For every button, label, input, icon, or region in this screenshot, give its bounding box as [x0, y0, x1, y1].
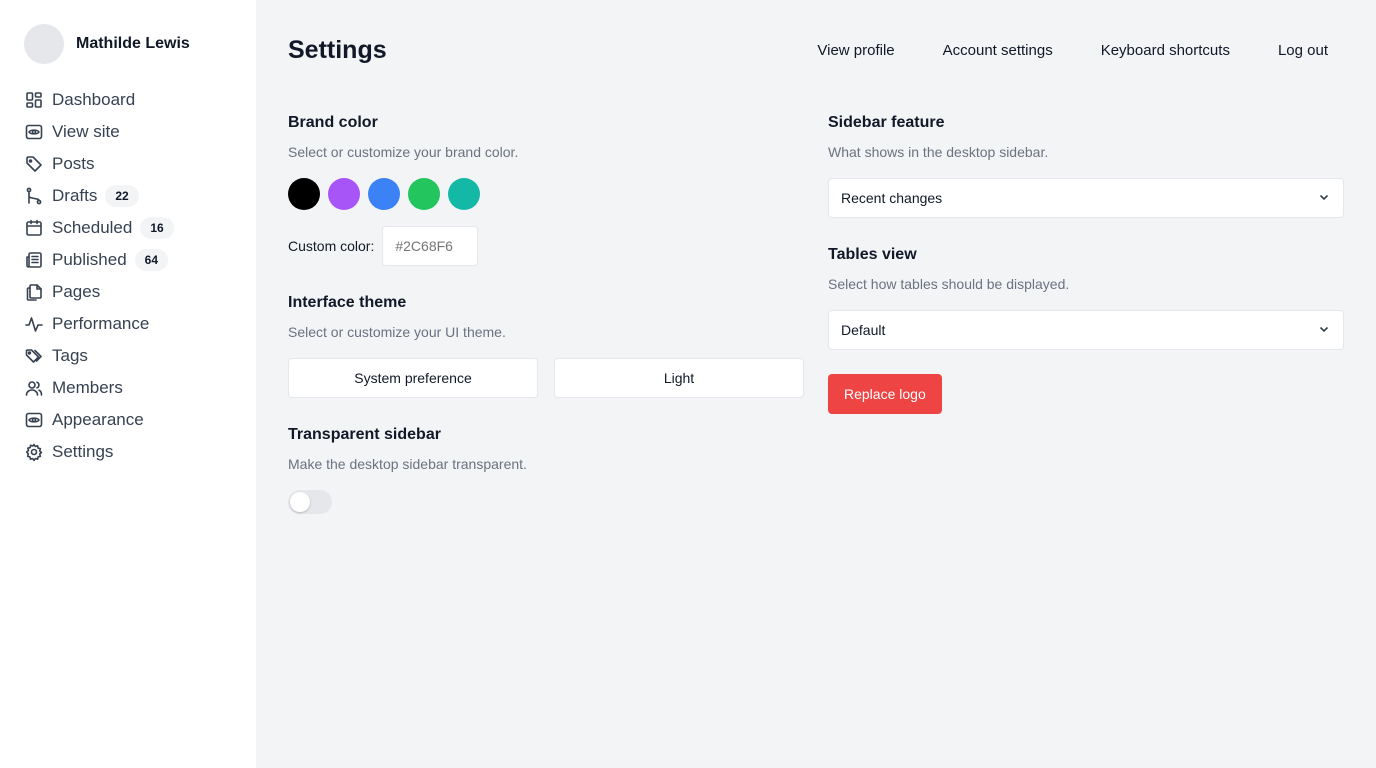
- account-settings-link[interactable]: Account settings: [943, 42, 1053, 59]
- sidebar-item-label: Posts: [52, 154, 95, 173]
- color-swatch-green[interactable]: [408, 178, 440, 210]
- user-name: Mathilde Lewis: [76, 35, 190, 52]
- transparent-sidebar-title: Transparent sidebar: [288, 426, 441, 443]
- published-count-badge: 64: [134, 249, 169, 271]
- color-swatch-black[interactable]: [288, 178, 320, 210]
- sidebar-feature-select[interactable]: Recent changes: [828, 178, 1344, 218]
- sidebar-item-tags[interactable]: Tags: [24, 340, 244, 372]
- settings-right-column: Sidebar feature What shows in the deskto…: [828, 114, 1344, 414]
- sidebar-item-label: Dashboard: [52, 90, 136, 109]
- main-content: Settings View profile Account settings K…: [256, 0, 1376, 768]
- header-links: View profile Account settings Keyboard s…: [817, 42, 1328, 59]
- calendar-icon: [24, 218, 44, 238]
- dashboard-icon: [24, 90, 44, 110]
- sidebar-item-members[interactable]: Members: [24, 372, 244, 404]
- tables-view-select[interactable]: Default: [828, 310, 1344, 350]
- eye-icon: [24, 122, 44, 142]
- sidebar-item-label: Tags: [52, 346, 88, 365]
- view-profile-link[interactable]: View profile: [817, 42, 894, 59]
- drafts-count-badge: 22: [105, 185, 139, 207]
- color-swatches: [288, 178, 804, 210]
- tables-view-title: Tables view: [828, 246, 917, 263]
- sidebar-item-label: Settings: [52, 442, 114, 461]
- sidebar-item-scheduled[interactable]: Scheduled 16: [24, 212, 244, 244]
- interface-theme-description: Select or customize your UI theme.: [288, 324, 506, 340]
- sidebar-item-dashboard[interactable]: Dashboard: [24, 84, 244, 116]
- tag-icon: [24, 154, 44, 174]
- sidebar: Mathilde Lewis Dashboard View site Posts…: [0, 0, 256, 768]
- users-icon: [24, 378, 44, 398]
- interface-theme-title: Interface theme: [288, 294, 407, 311]
- avatar[interactable]: [24, 24, 64, 64]
- brand-color-section: Brand color Select or customize your bra…: [288, 114, 804, 266]
- transparent-sidebar-description: Make the desktop sidebar transparent.: [288, 456, 527, 472]
- tables-view-value: Default: [841, 322, 886, 338]
- light-theme-button[interactable]: Light: [554, 358, 804, 398]
- transparent-sidebar-toggle[interactable]: [288, 490, 332, 514]
- log-out-link[interactable]: Log out: [1278, 42, 1328, 59]
- sidebar-feature-description: What shows in the desktop sidebar.: [828, 144, 1049, 160]
- tables-view-description: Select how tables should be displayed.: [828, 276, 1070, 292]
- sidebar-nav: Dashboard View site Posts Drafts 22 Sche…: [24, 84, 244, 468]
- tables-view-section: Tables view Select how tables should be …: [828, 246, 1344, 350]
- sidebar-item-published[interactable]: Published 64: [24, 244, 244, 276]
- sidebar-item-drafts[interactable]: Drafts 22: [24, 180, 244, 212]
- settings-left-column: Brand color Select or customize your bra…: [288, 114, 804, 514]
- sidebar-item-posts[interactable]: Posts: [24, 148, 244, 180]
- sidebar-item-label: Pages: [52, 282, 101, 301]
- sidebar-item-label: Members: [52, 378, 123, 397]
- tags-icon: [24, 346, 44, 366]
- custom-color-input[interactable]: [382, 226, 479, 266]
- sidebar-item-performance[interactable]: Performance: [24, 308, 244, 340]
- theme-options: System preference Light: [288, 358, 804, 398]
- brand-color-description: Select or customize your brand color.: [288, 144, 519, 160]
- chevron-down-icon: [1317, 190, 1331, 207]
- activity-icon: [24, 314, 44, 334]
- custom-color-row: Custom color:: [288, 226, 804, 266]
- sidebar-item-label: View site: [52, 122, 120, 141]
- sidebar-item-settings[interactable]: Settings: [24, 436, 244, 468]
- pages-icon: [24, 282, 44, 302]
- sidebar-item-label: Performance: [52, 314, 150, 333]
- interface-theme-section: Interface theme Select or customize your…: [288, 294, 804, 398]
- keyboard-shortcuts-link[interactable]: Keyboard shortcuts: [1101, 42, 1230, 59]
- color-swatch-blue[interactable]: [368, 178, 400, 210]
- sidebar-feature-section: Sidebar feature What shows in the deskto…: [828, 114, 1344, 218]
- replace-logo-button[interactable]: Replace logo: [828, 374, 942, 414]
- sidebar-item-label: Scheduled: [52, 218, 133, 237]
- newspaper-icon: [24, 250, 44, 270]
- page-title: Settings: [288, 36, 387, 64]
- sidebar-item-label: Published: [52, 250, 127, 269]
- custom-color-label: Custom color:: [288, 238, 375, 254]
- color-swatch-purple[interactable]: [328, 178, 360, 210]
- git-branch-icon: [24, 186, 44, 206]
- color-swatch-teal[interactable]: [448, 178, 480, 210]
- chevron-down-icon: [1317, 322, 1331, 339]
- sidebar-item-appearance[interactable]: Appearance: [24, 404, 244, 436]
- sidebar-item-label: Appearance: [52, 410, 144, 429]
- user-profile[interactable]: Mathilde Lewis: [24, 24, 190, 64]
- eye-icon: [24, 410, 44, 430]
- toggle-knob: [290, 492, 310, 512]
- transparent-sidebar-section: Transparent sidebar Make the desktop sid…: [288, 426, 804, 514]
- brand-color-title: Brand color: [288, 114, 378, 131]
- scheduled-count-badge: 16: [140, 217, 174, 239]
- sidebar-item-label: Drafts: [52, 186, 98, 205]
- system-preference-button[interactable]: System preference: [288, 358, 538, 398]
- gear-icon: [24, 442, 44, 462]
- sidebar-feature-title: Sidebar feature: [828, 114, 945, 131]
- sidebar-item-view-site[interactable]: View site: [24, 116, 244, 148]
- sidebar-item-pages[interactable]: Pages: [24, 276, 244, 308]
- sidebar-feature-value: Recent changes: [841, 190, 943, 206]
